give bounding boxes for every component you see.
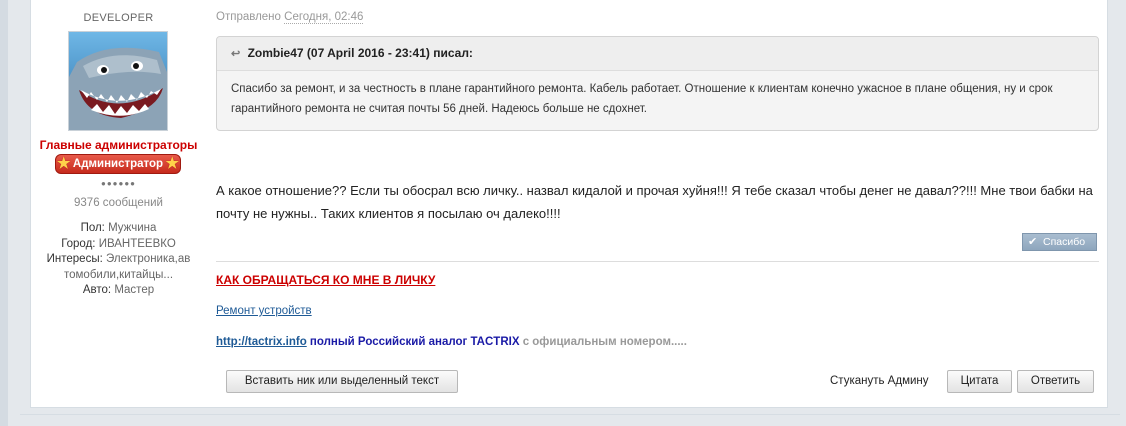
admin-badge-label: Администратор	[72, 158, 164, 170]
signature-repair-link[interactable]: Ремонт устройств	[216, 305, 312, 317]
user-title: DEVELOPER	[83, 12, 154, 24]
profile-interests: Интересы: Электроника,автомобили,китайцы…	[31, 252, 206, 283]
posted-prefix: Отправлено	[216, 11, 281, 23]
admin-badge: ★ Администратор ★	[55, 154, 181, 174]
report-admin-link[interactable]: Стукануть Админу	[830, 375, 929, 387]
profile-value: ИВАНТЕЕВКО	[98, 237, 176, 250]
signature-pm-link[interactable]: КАК ОБРАЩАТЬСЯ КО МНЕ В ЛИЧКУ	[216, 273, 435, 287]
check-icon: ✔	[1028, 236, 1038, 248]
post-body: А какое отношение?? Если ты обосрал всю …	[216, 183, 1093, 221]
shark-avatar-icon	[69, 32, 167, 130]
profile-value: Мужчина	[108, 222, 157, 234]
forum-post: DEVELOPER Главные администраторы ★ Админ…	[30, 0, 1108, 408]
posted-date: Сегодня, 02:46	[284, 11, 364, 24]
profile-city: Город: ИВАНТЕЕВКО	[31, 237, 206, 253]
page-divider	[20, 414, 1120, 415]
signature-tactrix: http://tactrix.info полный Российский ан…	[216, 336, 687, 348]
thanks-button[interactable]: ✔ Спасибо	[1022, 233, 1097, 251]
quote-button[interactable]: Цитата	[947, 370, 1012, 393]
profile-label: Авто:	[82, 284, 112, 296]
profile-car: Авто: Мастер	[31, 283, 206, 299]
profile-label: Пол:	[80, 222, 105, 234]
tactrix-note: с официальным номером.....	[519, 336, 687, 348]
profile-label: Интересы:	[46, 253, 103, 265]
tactrix-description: полный Российский аналог TACTRIX	[306, 336, 520, 348]
reply-arrow-icon: ↩	[231, 48, 241, 60]
message-count: 9376 сообщений	[74, 197, 163, 209]
reply-button[interactable]: Ответить	[1017, 370, 1094, 393]
signature-divider	[216, 261, 1099, 262]
quote-block: ↩ Zombie47 (07 April 2016 - 23:41) писал…	[216, 36, 1099, 131]
profile-label: Город:	[61, 237, 96, 250]
page-left-strip	[0, 0, 8, 426]
profile-gender: Пол: Мужчина	[31, 221, 206, 237]
user-group-name: Главные администраторы	[39, 138, 198, 152]
post-timestamp: Отправлено Сегодня, 02:46	[216, 11, 364, 24]
thanks-label: Спасибо	[1043, 236, 1086, 248]
tactrix-link[interactable]: http://tactrix.info	[216, 336, 307, 348]
insert-nick-button[interactable]: Вставить ник или выделенный текст	[226, 370, 458, 393]
rank-pips: ●●●●●●	[101, 179, 136, 188]
quote-text: Спасибо за ремонт, и за честность в план…	[231, 83, 1053, 115]
quote-author: Zombie47 (07 April 2016 - 23:41) писал:	[247, 46, 473, 60]
user-avatar[interactable]	[68, 31, 168, 131]
profile-value: Мастер	[114, 284, 155, 296]
quote-header[interactable]: ↩ Zombie47 (07 April 2016 - 23:41) писал…	[217, 37, 1098, 71]
star-icon: ★	[165, 155, 179, 172]
star-icon: ★	[57, 155, 71, 172]
user-profile-fields: Пол: Мужчина Город: ИВАНТЕЕВКО Интересы:…	[31, 221, 206, 299]
